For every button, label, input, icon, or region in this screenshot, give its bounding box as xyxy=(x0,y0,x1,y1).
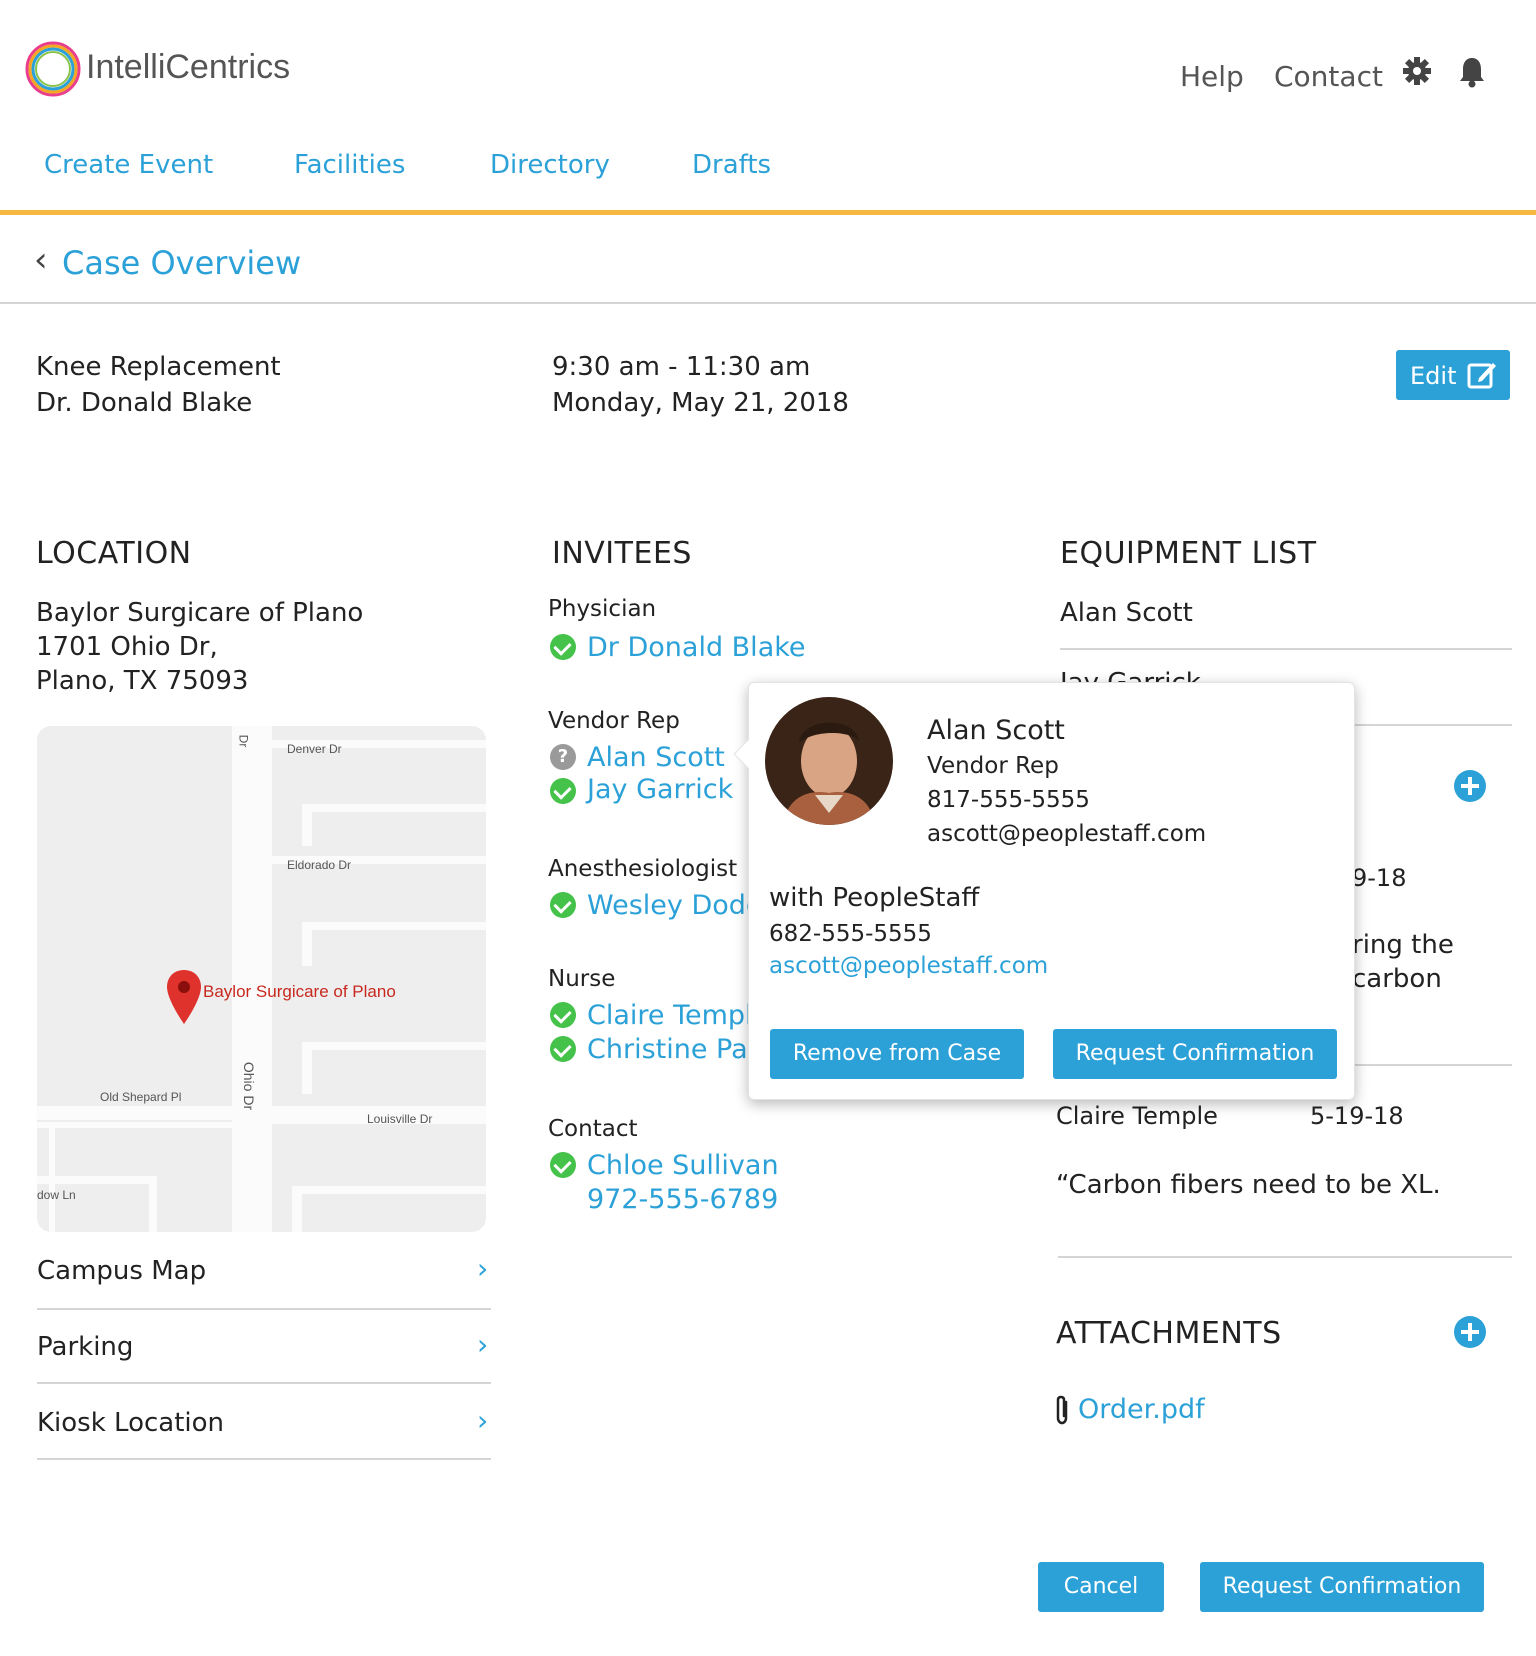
tab-facilities[interactable]: Facilities xyxy=(294,150,405,180)
popover-company-email[interactable]: ascott@peoplestaff.com xyxy=(769,953,1048,979)
note-author: Claire Temple xyxy=(1056,1102,1218,1130)
street-denver: Denver Dr xyxy=(287,742,342,756)
invitee-vendor-1[interactable]: Alan Scott xyxy=(587,742,725,773)
invitee-contact[interactable]: Chloe Sullivan xyxy=(587,1150,779,1181)
invitee-physician[interactable]: Dr Donald Blake xyxy=(587,632,806,663)
confirmed-check-icon xyxy=(550,634,576,660)
note-text-partial-1: ring the xyxy=(1352,930,1454,960)
brand-name: IntelliCentrics xyxy=(86,48,291,86)
tab-drafts[interactable]: Drafts xyxy=(692,150,771,180)
invitee-anesthesiologist[interactable]: Wesley Dodd xyxy=(587,890,763,921)
page-title: Case Overview xyxy=(62,244,302,282)
popover-company-phone: 682-555-5555 xyxy=(769,921,932,947)
note-date: 5-19-18 xyxy=(1310,1102,1404,1130)
invitee-contact-phone[interactable]: 972-555-6789 xyxy=(587,1184,778,1215)
edit-button[interactable]: Edit xyxy=(1396,350,1510,400)
street-ohio: Ohio Dr xyxy=(241,1061,258,1111)
title-divider xyxy=(0,302,1536,304)
popover-company: with PeopleStaff xyxy=(769,883,980,913)
confirmed-check-icon xyxy=(550,1036,576,1062)
popover-phone: 817-555-5555 xyxy=(927,787,1090,813)
location-address1: 1701 Ohio Dr, xyxy=(36,632,218,662)
invitee-nurse-1[interactable]: Claire Temple xyxy=(587,1000,769,1031)
map-pin-icon xyxy=(167,970,201,1024)
tab-directory[interactable]: Directory xyxy=(490,150,610,180)
remove-from-case-button[interactable]: Remove from Case xyxy=(770,1029,1024,1079)
popover-arrow xyxy=(733,738,765,770)
street-dr: Dr xyxy=(236,734,251,748)
location-address2: Plano, TX 75093 xyxy=(36,666,249,696)
link-divider-2 xyxy=(37,1382,491,1384)
confirmed-check-icon xyxy=(550,1152,576,1178)
equipment-row-1[interactable]: Alan Scott xyxy=(1060,596,1193,630)
campus-map-link[interactable]: Campus Map › xyxy=(37,1244,491,1304)
tab-bar-underline xyxy=(0,210,1536,215)
map-streets xyxy=(37,726,486,1232)
equipment-divider-1 xyxy=(1060,648,1512,650)
note-date-partial: 9-18 xyxy=(1352,864,1407,892)
street-eldorado: Eldorado Dr xyxy=(287,858,352,872)
add-attachment-icon[interactable] xyxy=(1454,1316,1486,1348)
logo-rings-icon xyxy=(25,41,81,97)
note-text-partial-2: carbon xyxy=(1352,964,1442,994)
contact-link[interactable]: Contact xyxy=(1274,60,1383,93)
confirmed-check-icon xyxy=(550,892,576,918)
parking-link[interactable]: Parking › xyxy=(37,1320,491,1380)
link-divider-1 xyxy=(37,1308,491,1310)
location-name: Baylor Surgicare of Plano xyxy=(36,598,364,628)
vendor-rep-label: Vendor Rep xyxy=(548,708,680,734)
link-divider-3 xyxy=(37,1458,491,1460)
brand-logo[interactable]: IntelliCentrics xyxy=(24,40,304,100)
chevron-right-icon: › xyxy=(477,1404,489,1437)
street-meadow: dow Ln xyxy=(37,1188,76,1202)
add-note-icon[interactable] xyxy=(1454,770,1486,802)
edit-label: Edit xyxy=(1410,362,1457,390)
contact-label: Contact xyxy=(548,1116,638,1142)
chevron-left-icon: ‹ xyxy=(34,240,48,280)
street-old-shepard: Old Shepard Pl xyxy=(100,1090,182,1104)
edit-icon xyxy=(1467,363,1496,389)
popover-role: Vendor Rep xyxy=(927,753,1059,779)
anesthesiologist-label: Anesthesiologist xyxy=(548,856,738,882)
back-button[interactable]: ‹ Case Overview xyxy=(34,240,314,286)
paperclip-icon xyxy=(1056,1395,1068,1425)
invitees-title: INVITEES xyxy=(552,536,692,571)
chevron-right-icon: › xyxy=(477,1328,489,1361)
attachment-file-link[interactable]: Order.pdf xyxy=(1078,1394,1205,1425)
case-time: 9:30 am - 11:30 am xyxy=(552,352,811,382)
location-title: LOCATION xyxy=(36,536,192,571)
contact-popover: Alan Scott Vendor Rep 817-555-5555 ascot… xyxy=(733,682,1355,1100)
parking-label: Parking xyxy=(37,1332,134,1362)
kiosk-location-link[interactable]: Kiosk Location › xyxy=(37,1396,491,1456)
confirmed-check-icon xyxy=(550,1002,576,1028)
kiosk-location-label: Kiosk Location xyxy=(37,1408,225,1438)
chevron-right-icon: › xyxy=(477,1252,489,1285)
popover-name: Alan Scott xyxy=(927,715,1065,746)
case-procedure: Knee Replacement xyxy=(36,352,281,382)
location-map[interactable]: Denver Dr Eldorado Dr Old Shepard Pl Lou… xyxy=(37,726,486,1232)
confirmed-check-icon xyxy=(550,778,576,804)
invitee-vendor-2[interactable]: Jay Garrick xyxy=(587,774,733,805)
popover-email: ascott@peoplestaff.com xyxy=(927,821,1207,847)
map-pin-label: Baylor Surgicare of Plano xyxy=(203,982,396,1001)
note-text: “Carbon fibers need to be XL. xyxy=(1056,1170,1441,1200)
help-link[interactable]: Help xyxy=(1180,60,1244,93)
tab-create-event[interactable]: Create Event xyxy=(44,150,213,180)
physician-label: Physician xyxy=(548,596,657,622)
equipment-title: EQUIPMENT LIST xyxy=(1060,536,1317,571)
bell-icon[interactable] xyxy=(1458,56,1486,88)
street-louisville: Louisville Dr xyxy=(367,1112,433,1126)
notes-divider-2 xyxy=(1058,1256,1512,1258)
popover-request-confirmation-button[interactable]: Request Confirmation xyxy=(1053,1029,1337,1079)
attachments-title: ATTACHMENTS xyxy=(1056,1316,1282,1351)
case-date: Monday, May 21, 2018 xyxy=(552,388,849,418)
pending-question-icon: ? xyxy=(550,744,576,770)
nurse-label: Nurse xyxy=(548,966,616,992)
gear-icon[interactable] xyxy=(1402,56,1432,86)
avatar xyxy=(765,697,893,825)
request-confirmation-button[interactable]: Request Confirmation xyxy=(1200,1562,1484,1612)
case-doctor: Dr. Donald Blake xyxy=(36,388,253,418)
cancel-button[interactable]: Cancel xyxy=(1038,1562,1164,1612)
campus-map-label: Campus Map xyxy=(37,1256,207,1286)
